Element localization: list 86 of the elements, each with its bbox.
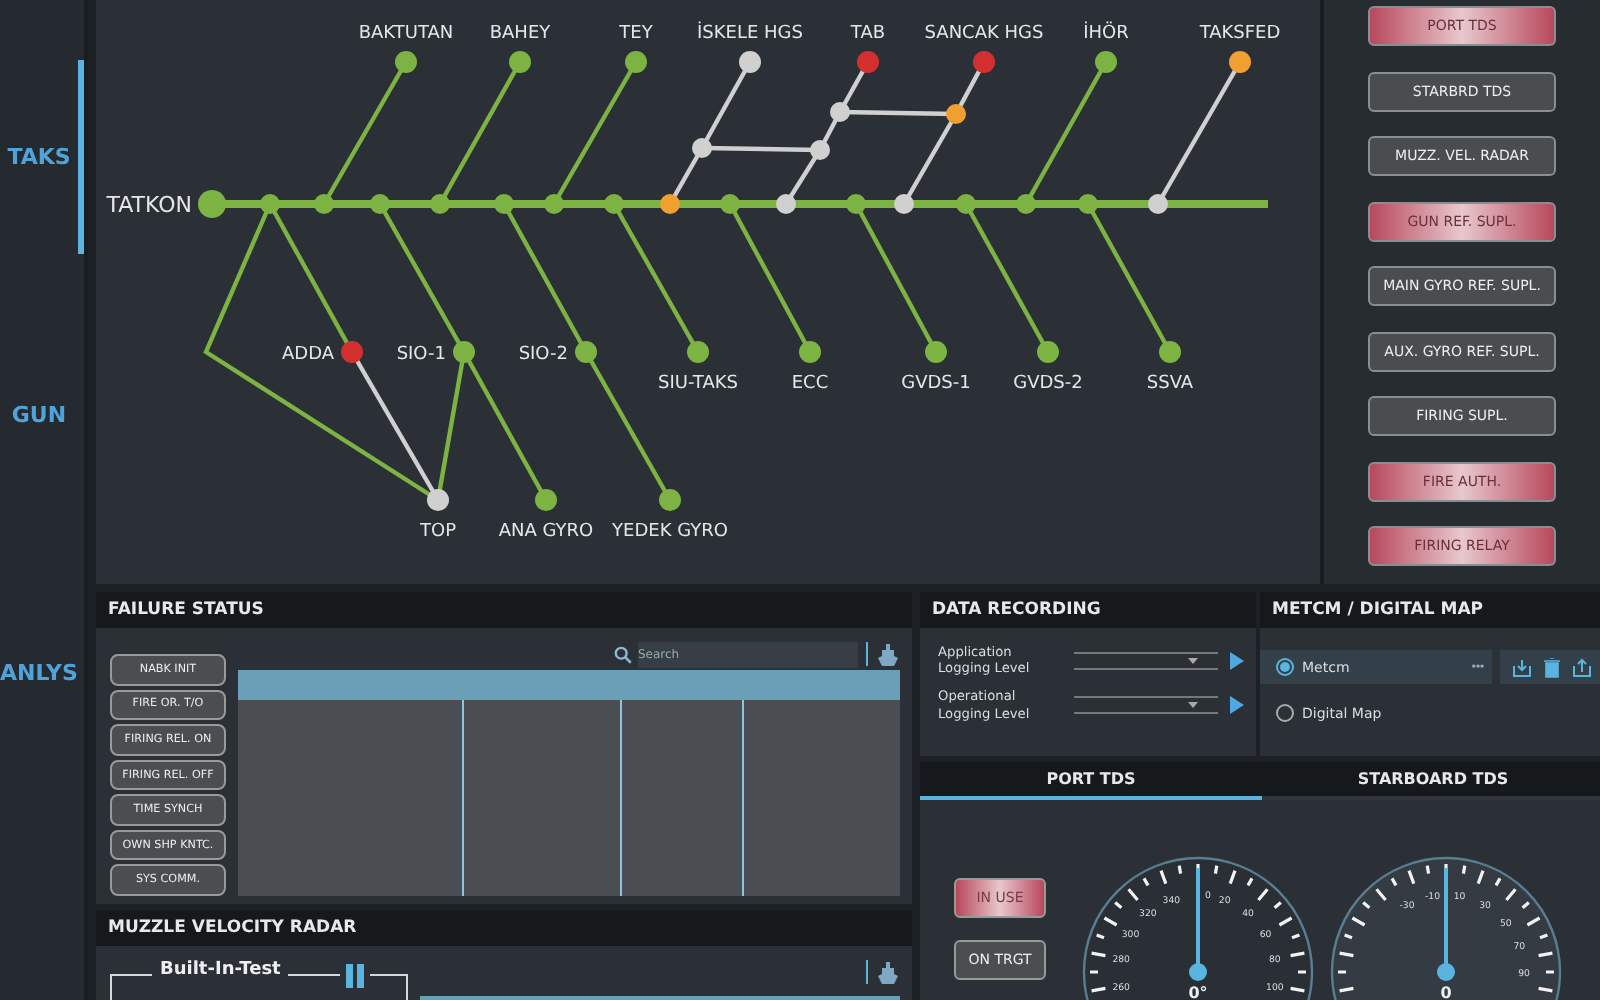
gauge-reading: 0° — [1188, 984, 1208, 1000]
junction-node[interactable] — [314, 194, 334, 214]
junction-node[interactable] — [660, 194, 680, 214]
device-node[interactable] — [509, 51, 531, 73]
device-node[interactable] — [1095, 51, 1117, 73]
tds-tab[interactable]: STARBOARD TDS — [1262, 762, 1600, 800]
node-label: SIO-1 — [396, 345, 446, 365]
device-node[interactable] — [799, 341, 821, 363]
device-node[interactable] — [575, 341, 597, 363]
download-icon[interactable] — [1512, 657, 1532, 677]
device-node[interactable] — [659, 489, 681, 511]
device-node[interactable] — [625, 51, 647, 73]
panel-title: FAILURE STATUS — [96, 592, 912, 628]
node-label: SIU-TAKS — [658, 374, 738, 394]
junction-node[interactable] — [544, 194, 564, 214]
search-icon — [614, 645, 632, 663]
dropdown-field[interactable] — [1074, 651, 1218, 670]
device-node[interactable] — [427, 489, 449, 511]
tds-tab[interactable]: PORT TDS — [920, 762, 1262, 800]
gauge-reading: 0 — [1440, 984, 1452, 1000]
gauge-needle — [1437, 868, 1455, 981]
trash-icon[interactable] — [1544, 657, 1560, 677]
nav-tab[interactable]: GUN — [0, 318, 84, 512]
junction-node[interactable] — [1016, 194, 1036, 214]
node-label: İSKELE HGS — [697, 24, 803, 44]
ship-icon[interactable] — [876, 641, 900, 667]
device-node[interactable] — [925, 341, 947, 363]
junction-node[interactable] — [494, 194, 514, 214]
junction-node[interactable] — [894, 194, 914, 214]
nav-tab[interactable]: ANLYS — [0, 576, 84, 770]
node-label: GVDS-1 — [901, 374, 971, 394]
device-node[interactable] — [535, 489, 557, 511]
junction-node[interactable] — [830, 102, 850, 122]
junction-node[interactable] — [260, 194, 280, 214]
device-node[interactable] — [395, 51, 417, 73]
device-node[interactable] — [973, 51, 995, 73]
junction-node[interactable] — [1148, 194, 1168, 214]
node-label: TATKON — [106, 192, 192, 218]
node-label: ANA GYRO — [498, 522, 594, 542]
junction-node[interactable] — [370, 194, 390, 214]
junction-node[interactable] — [1078, 194, 1098, 214]
junction-node[interactable] — [776, 194, 796, 214]
junction-node[interactable] — [604, 194, 624, 214]
junction-node[interactable] — [946, 104, 966, 124]
panel-title: METCM / DIGITAL MAP — [1260, 592, 1600, 628]
export-icon[interactable] — [1572, 657, 1592, 677]
node-label: ADDA — [281, 345, 334, 365]
node-label: SSVA — [1146, 374, 1194, 394]
device-node[interactable] — [341, 341, 363, 363]
dropdown-field[interactable] — [1074, 696, 1218, 715]
node-label: İHÖR — [1083, 24, 1129, 44]
device-node[interactable] — [1159, 341, 1181, 363]
device-node[interactable] — [857, 51, 879, 73]
play-icon[interactable] — [1230, 651, 1244, 670]
junction-node[interactable] — [810, 140, 830, 160]
nav-tab[interactable]: TAKS — [0, 60, 84, 254]
node-label: TEY — [619, 24, 653, 44]
node-label: ECC — [791, 374, 829, 394]
node-label: SIO-2 — [518, 345, 568, 365]
node-label: GVDS-2 — [1013, 374, 1083, 394]
play-icon[interactable] — [1230, 696, 1244, 715]
panel-title: MUZZLE VELOCITY RADAR — [96, 910, 912, 946]
device-node[interactable] — [453, 341, 475, 363]
node-label: BAHEY — [489, 24, 551, 44]
gauge-needle — [1189, 868, 1207, 981]
device-node[interactable] — [1037, 341, 1059, 363]
root-node[interactable] — [198, 190, 226, 218]
caret-icon — [1188, 657, 1198, 664]
device-node[interactable] — [687, 341, 709, 363]
ship-icon[interactable] — [876, 959, 900, 985]
caret-icon — [1188, 702, 1198, 709]
group-title: Built-In-Test — [152, 960, 289, 980]
node-label: TOP — [420, 522, 456, 542]
node-label: TAKSFED — [1199, 24, 1281, 44]
node-label: YEDEK GYRO — [612, 522, 728, 542]
junction-node[interactable] — [692, 138, 712, 158]
node-label: SANCAK HGS — [924, 24, 1044, 44]
junction-node[interactable] — [430, 194, 450, 214]
device-node[interactable] — [1229, 51, 1251, 73]
node-label: TAB — [850, 24, 886, 44]
node-label: BAKTUTAN — [358, 24, 454, 44]
junction-node[interactable] — [956, 194, 976, 214]
panel-title: DATA RECORDING — [920, 592, 1256, 628]
device-node[interactable] — [739, 51, 761, 73]
junction-node[interactable] — [846, 194, 866, 214]
junction-node[interactable] — [720, 194, 740, 214]
